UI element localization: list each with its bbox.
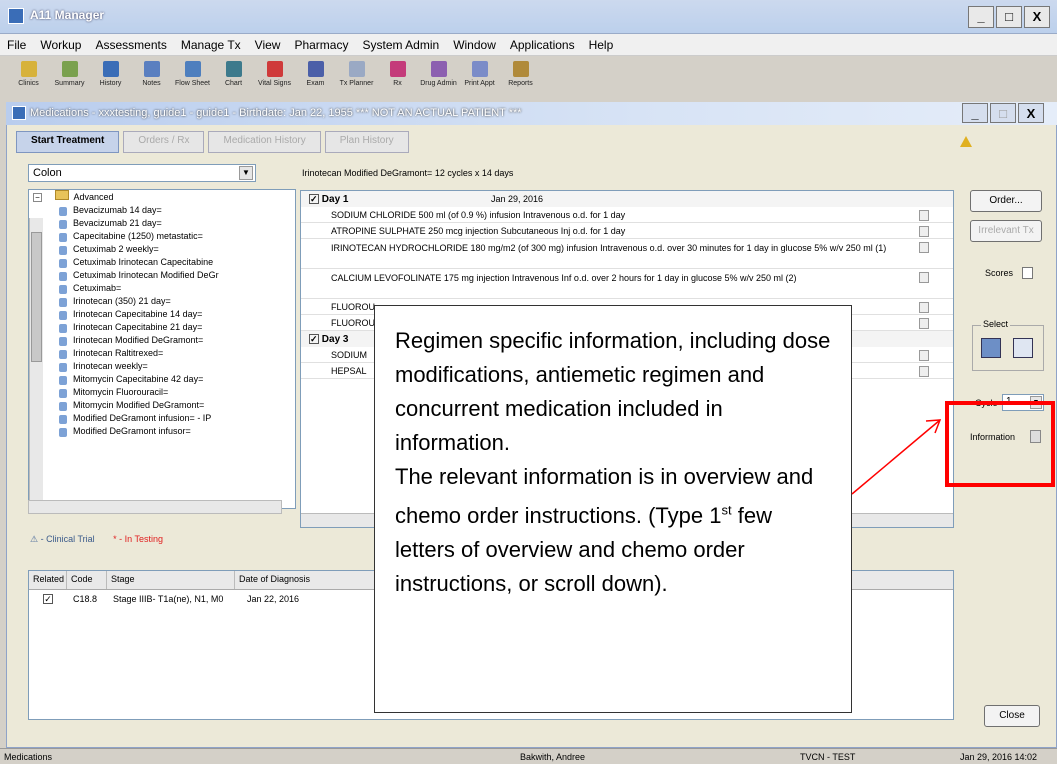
status-bar: Medications Bakwith, Andree TVCN - TEST …	[0, 748, 1057, 764]
status-user: Bakwith, Andree	[520, 752, 586, 762]
status-server: TVCN - TEST	[800, 752, 856, 762]
status-datetime: Jan 29, 2016 14:02	[960, 752, 1038, 762]
status-left: Medications	[4, 752, 53, 762]
callout-arrow	[851, 419, 942, 495]
